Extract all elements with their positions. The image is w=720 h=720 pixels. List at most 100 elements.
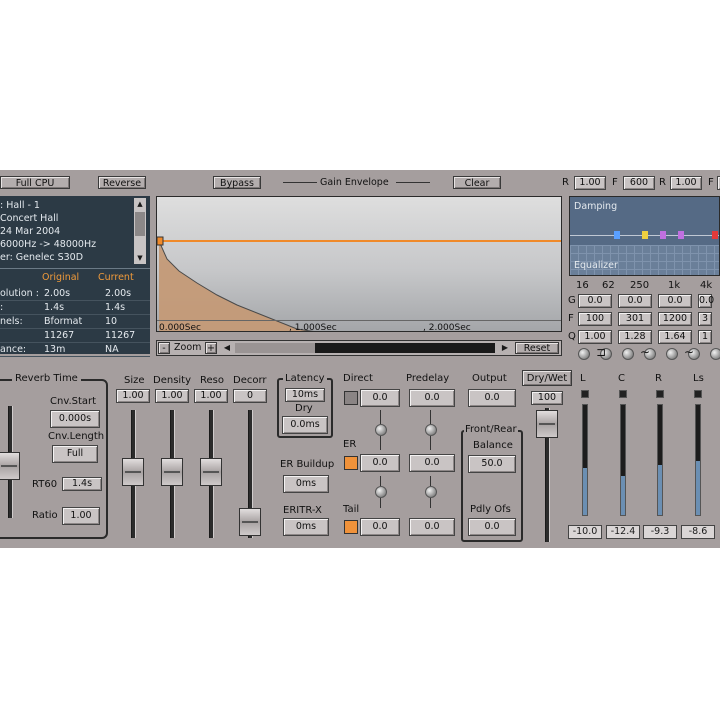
bypass-button[interactable]: Bypass — [213, 176, 261, 189]
eq-node[interactable] — [614, 231, 620, 239]
divider — [0, 314, 150, 315]
clear-button[interactable]: Clear — [453, 176, 501, 189]
er-toggle[interactable] — [344, 456, 358, 470]
er-tail-predelay-link-knob[interactable] — [425, 486, 437, 498]
cnv-length-field[interactable]: Full — [52, 445, 98, 463]
eq-node[interactable] — [712, 231, 718, 239]
damping-eq-panel[interactable]: Damping Equalizer — [569, 196, 720, 276]
eq-f-field[interactable]: 301 — [618, 312, 652, 326]
dry-wet-button[interactable]: Dry/Wet — [522, 370, 572, 386]
eq-node[interactable] — [642, 231, 648, 239]
reverb-time-fader[interactable] — [0, 452, 20, 480]
f-value-field[interactable]: 600 — [623, 176, 655, 190]
eq-f-row-label: F — [568, 313, 574, 324]
eq-filter-shape-knob[interactable] — [710, 348, 720, 360]
eq-g-field[interactable]: 0.0 — [698, 294, 714, 308]
scroll-right-icon[interactable]: ▶ — [499, 342, 511, 354]
eq-freq-label: 16 — [576, 280, 589, 291]
er-buildup-label: ER Buildup — [280, 459, 335, 470]
r-value-field-2[interactable]: 1.00 — [670, 176, 702, 190]
dry-wet-field[interactable]: 100 — [531, 391, 563, 405]
scroll-thumb[interactable] — [135, 212, 145, 236]
clip-indicator[interactable] — [656, 390, 664, 398]
decorr-fader[interactable] — [239, 508, 261, 536]
dry-latency-field[interactable]: 0.0ms — [282, 416, 328, 434]
graph-scrollbar[interactable] — [235, 343, 495, 353]
direct-toggle[interactable] — [344, 391, 358, 405]
clip-indicator[interactable] — [619, 390, 627, 398]
info-row-label: ance: — [0, 344, 27, 355]
er-buildup-field[interactable]: 0ms — [283, 475, 329, 493]
eq-f-field[interactable]: 1200 — [658, 312, 692, 326]
direct-field[interactable]: 0.0 — [360, 389, 400, 407]
f-label-2: F — [708, 177, 714, 188]
scroll-up-icon[interactable]: ▲ — [135, 200, 145, 208]
graph-scroll-thumb[interactable] — [235, 343, 315, 353]
eq-filter-shape-knob[interactable] — [666, 348, 678, 360]
density-field[interactable]: 1.00 — [155, 389, 189, 403]
eq-filter-shape-knob[interactable] — [622, 348, 634, 360]
r-value-field[interactable]: 1.00 — [574, 176, 606, 190]
size-fader[interactable] — [122, 458, 144, 486]
eq-f-field[interactable]: 100 — [578, 312, 612, 326]
pdly-ofs-field[interactable]: 0.0 — [468, 518, 516, 536]
er-predelay-field[interactable]: 0.0 — [409, 454, 455, 472]
clip-indicator[interactable] — [694, 390, 702, 398]
eq-filter-shape-knob[interactable] — [578, 348, 590, 360]
col-original-header: Original — [42, 272, 80, 283]
tick-0: 0.000Sec — [159, 323, 201, 332]
rt60-field[interactable]: 1.4s — [62, 477, 102, 491]
info-scrollbar[interactable]: ▲ ▼ — [134, 198, 146, 264]
eritr-field[interactable]: 0ms — [283, 518, 329, 536]
tick-2: , 2.000Sec — [423, 323, 471, 332]
eq-freq-label: 250 — [630, 280, 650, 291]
scroll-left-icon[interactable]: ◀ — [221, 342, 233, 354]
dry-wet-fader[interactable] — [536, 410, 558, 438]
latency-field[interactable]: 10ms — [285, 388, 325, 402]
gain-envelope-graph[interactable]: 0.000Sec , 1.000Sec , 2.000Sec — [156, 196, 562, 332]
balance-field[interactable]: 50.0 — [468, 455, 516, 473]
decorr-field[interactable]: 0 — [233, 389, 267, 403]
eq-node[interactable] — [678, 231, 684, 239]
meter-label: L — [580, 373, 586, 384]
eq-g-field[interactable]: 0.0 — [618, 294, 652, 308]
eq-q-field[interactable]: 1.64 — [658, 330, 692, 344]
reset-button[interactable]: Reset — [515, 342, 559, 354]
er-tail-link-knob[interactable] — [375, 486, 387, 498]
tail-level-field[interactable]: 0.0 — [360, 518, 400, 536]
scroll-down-icon[interactable]: ▼ — [135, 254, 145, 262]
reso-fader[interactable] — [200, 458, 222, 486]
density-fader[interactable] — [161, 458, 183, 486]
reso-field[interactable]: 1.00 — [194, 389, 228, 403]
eq-freq-label: 1k — [668, 280, 681, 291]
eq-q-field[interactable]: 1.28 — [618, 330, 652, 344]
gain-envelope-label: Gain Envelope — [320, 177, 389, 188]
eq-g-field[interactable]: 0.0 — [658, 294, 692, 308]
level-meter — [657, 404, 663, 516]
tail-toggle[interactable] — [344, 520, 358, 534]
eq-node[interactable] — [660, 231, 666, 239]
zoom-in-button[interactable]: + — [205, 342, 217, 354]
level-meter — [582, 404, 588, 516]
direct-er-link-knob[interactable] — [375, 424, 387, 436]
full-cpu-button[interactable]: Full CPU — [0, 176, 70, 189]
eq-g-field[interactable]: 0.0 — [578, 294, 612, 308]
eq-f-field[interactable]: 3 — [698, 312, 712, 326]
ratio-field[interactable]: 1.00 — [62, 507, 100, 525]
clip-indicator[interactable] — [581, 390, 589, 398]
zoom-out-button[interactable]: - — [158, 342, 170, 354]
meter-level-fill — [621, 476, 625, 515]
output-field[interactable]: 0.0 — [468, 389, 516, 407]
er-level-field[interactable]: 0.0 — [360, 454, 400, 472]
tail-predelay-field[interactable]: 0.0 — [409, 518, 455, 536]
eq-freq-label: 4k — [700, 280, 713, 291]
envelope-svg[interactable] — [157, 197, 562, 332]
eq-q-field[interactable]: 1 — [698, 330, 712, 344]
info-row-original: Bformat — [44, 316, 83, 327]
reverse-button[interactable]: Reverse — [98, 176, 146, 189]
eq-q-field[interactable]: 1.00 — [578, 330, 612, 344]
predelay-field[interactable]: 0.0 — [409, 389, 455, 407]
predelay-er-link-knob[interactable] — [425, 424, 437, 436]
cnv-start-field[interactable]: 0.000s — [50, 410, 100, 428]
size-field[interactable]: 1.00 — [116, 389, 150, 403]
